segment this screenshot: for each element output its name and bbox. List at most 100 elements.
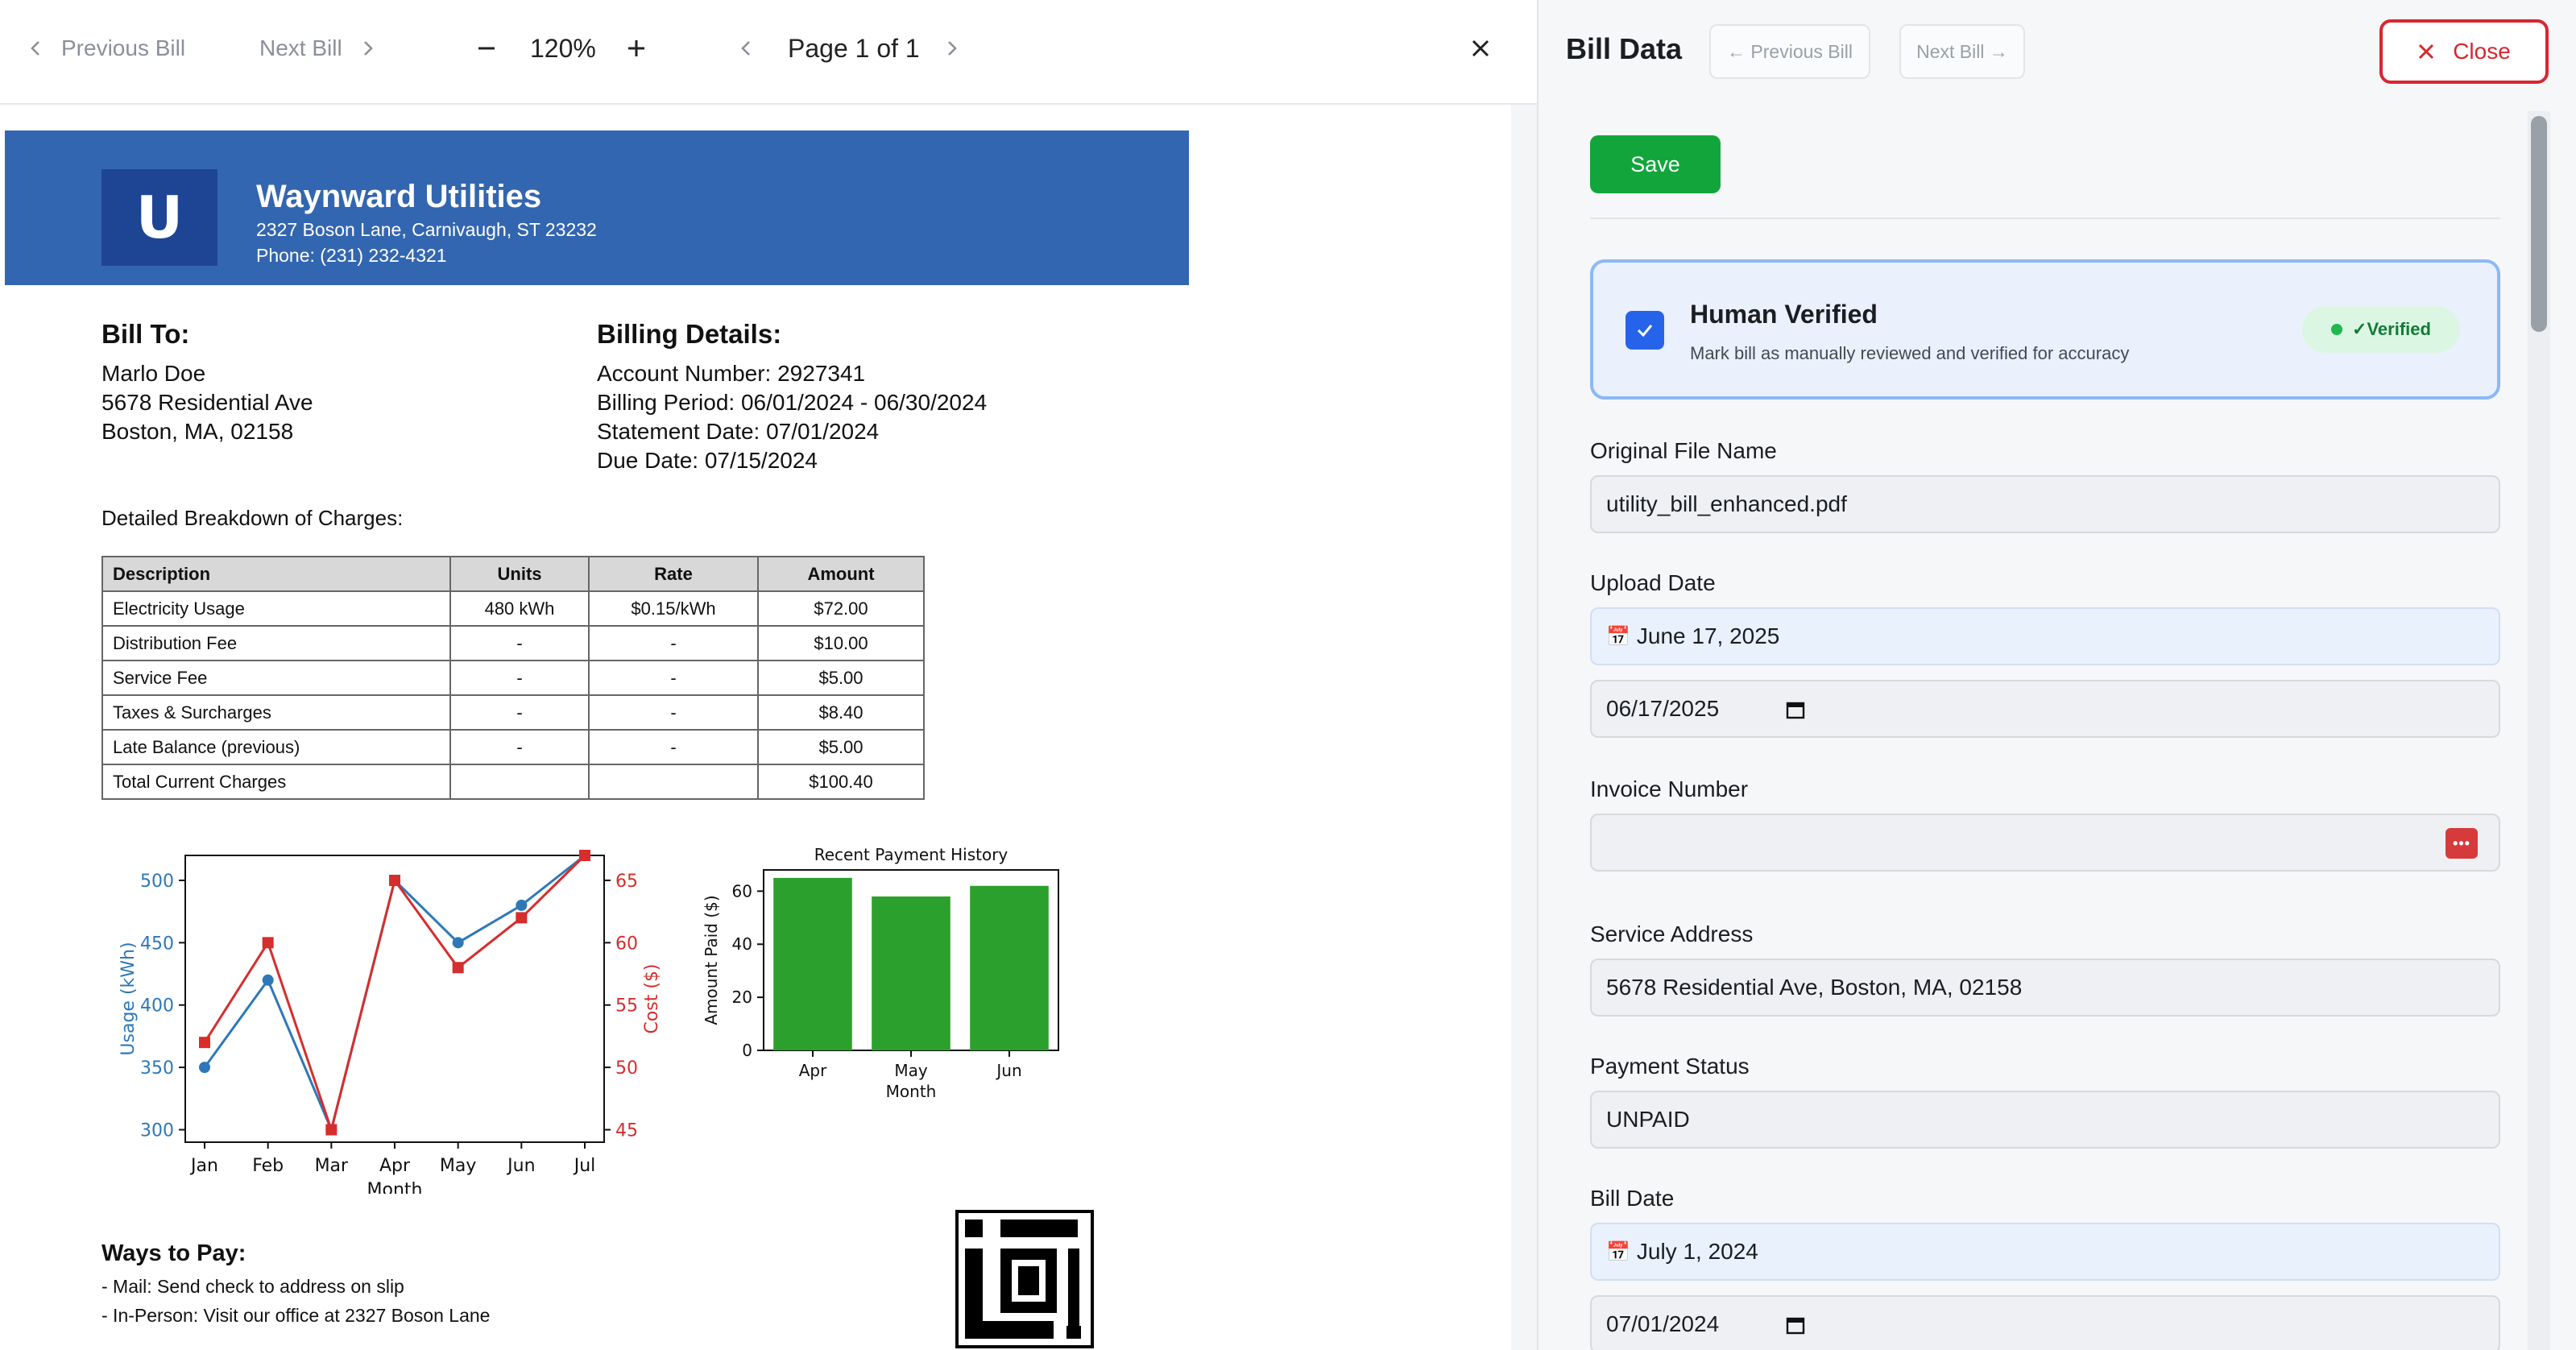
series-line <box>203 854 586 1134</box>
divider <box>1590 217 2500 219</box>
bill-date-display-value: July 1, 2024 <box>1636 1239 1758 1264</box>
bill-to-line: Marlo Doe <box>101 361 206 386</box>
y-tick-label: 500 <box>140 872 174 892</box>
y-right-tick-label: 50 <box>615 1058 638 1079</box>
bill-form: Save Human Verified Mark bill as manuall… <box>1563 111 2529 1350</box>
close-viewer-button[interactable] <box>1469 31 1492 66</box>
x-axis-label: Month <box>886 1082 937 1097</box>
x-tick-label: Jul <box>573 1156 596 1176</box>
x-axis-label: Month <box>367 1180 423 1194</box>
usage-cost-chart: 300 350 400 450 500 45 50 55 60 65 Jan Feb Mar Apr May… <box>118 850 662 1194</box>
data-point <box>452 937 464 949</box>
bar <box>872 896 950 1050</box>
table-cell: - <box>449 625 590 661</box>
chevron-right-icon <box>363 41 373 56</box>
bill-to-heading: Bill To: <box>101 319 190 349</box>
series-line <box>203 854 586 1134</box>
bill-date-label: Bill Date <box>1590 1186 1675 1211</box>
x-tick-label: Jun <box>506 1156 535 1176</box>
scrollbar-thumb[interactable] <box>2531 116 2547 332</box>
payment-status-label: Payment Status <box>1590 1054 1750 1079</box>
upload-date-label: Upload Date <box>1590 570 1716 595</box>
plus-icon <box>628 40 644 56</box>
bill-date-display: 📅 July 1, 2024 <box>1590 1223 2500 1281</box>
zoom-in-button[interactable] <box>625 31 648 66</box>
status-dot-icon <box>2331 324 2343 335</box>
data-point <box>389 874 400 886</box>
breakdown-label: Detailed Breakdown of Charges: <box>101 506 404 530</box>
table-cell: Electricity Usage <box>101 590 451 627</box>
chevron-left-icon <box>741 41 750 56</box>
table-cell: - <box>588 625 759 661</box>
data-point <box>199 1037 210 1049</box>
y-tick-label: 40 <box>732 934 752 954</box>
calendar-picker-icon[interactable] <box>1785 699 1806 720</box>
table-cell: Taxes & Surcharges <box>101 694 451 731</box>
chevron-right-icon <box>948 41 957 56</box>
save-button[interactable]: Save <box>1590 135 1721 193</box>
next-page-button[interactable] <box>944 31 960 66</box>
y-right-tick-label: 65 <box>615 872 638 892</box>
upload-date-display: 📅 June 17, 2025 <box>1590 607 2500 665</box>
payment-status-value: UNPAID <box>1606 1107 1690 1132</box>
previous-bill-link[interactable]: Previous Bill <box>27 31 185 66</box>
y-tick-label: 450 <box>140 934 174 954</box>
table-cell: - <box>449 660 590 696</box>
charges-table: Description Units Rate Amount Electricit… <box>101 556 925 800</box>
close-button[interactable]: Close <box>2379 19 2549 84</box>
table-row: Service Fee - - $5.00 <box>101 660 925 696</box>
x-tick-label: May <box>440 1156 476 1176</box>
table-row: Electricity Usage 480 kWh $0.15/kWh $72.… <box>101 590 925 627</box>
data-point <box>516 899 528 911</box>
y-tick-label: 350 <box>140 1058 174 1079</box>
x-tick-label: Mar <box>315 1156 349 1176</box>
upload-date-input[interactable]: 06/17/2025 <box>1590 680 2500 738</box>
panel-next-bill-button[interactable]: Next Bill → <box>1899 24 2025 79</box>
panel-scrollbar[interactable] <box>2528 111 2550 1350</box>
company-name: Waynward Utilities <box>256 179 542 214</box>
billing-details-heading: Billing Details: <box>597 319 782 349</box>
service-address-field[interactable]: 5678 Residential Ave, Boston, MA, 02158 <box>1590 959 2500 1017</box>
bill-date-input[interactable]: 07/01/2024 <box>1590 1295 2500 1350</box>
chart-title: Recent Payment History <box>814 845 1008 864</box>
y-axis-label: Usage (kWh) <box>118 942 139 1055</box>
human-verified-card[interactable]: Human Verified Mark bill as manually rev… <box>1590 259 2500 400</box>
table-cell: - <box>449 729 590 765</box>
company-banner: U Waynward Utilities 2327 Boson Lane, Ca… <box>5 130 1189 285</box>
table-cell: - <box>588 694 759 731</box>
human-verified-checkbox[interactable] <box>1626 311 1664 350</box>
bar <box>970 885 1049 1050</box>
x-tick-label: Jan <box>189 1156 218 1176</box>
table-cell: $100.40 <box>757 764 925 800</box>
payment-history-chart: Recent Payment History 0 20 40 60 Apr May Jun Mo… <box>702 845 1059 1097</box>
table-row: Total Current Charges $100.40 <box>101 764 925 800</box>
ways-to-pay-heading: Ways to Pay: <box>101 1240 246 1266</box>
panel-previous-bill-button[interactable]: ← Previous Bill <box>1709 24 1870 79</box>
data-point <box>199 1062 210 1074</box>
x-tick-label: Jun <box>995 1061 1021 1080</box>
table-cell <box>449 764 590 800</box>
data-point <box>579 850 590 861</box>
invoice-number-field[interactable]: ••• <box>1590 814 2500 872</box>
close-icon <box>1472 39 1489 57</box>
document-viewer: Previous Bill Next Bill 120% Page 1 of 1 <box>0 0 1537 1350</box>
data-point <box>262 937 274 949</box>
table-cell: $10.00 <box>757 625 925 661</box>
calendar-picker-icon[interactable] <box>1785 1315 1806 1336</box>
payment-status-field[interactable]: UNPAID <box>1590 1091 2500 1149</box>
data-point <box>262 974 274 986</box>
company-phone: Phone: (231) 232-4321 <box>256 245 447 266</box>
original-file-name-field[interactable]: utility_bill_enhanced.pdf <box>1590 475 2500 533</box>
bill-to-line: Boston, MA, 02158 <box>101 419 294 444</box>
y-axis-label: Amount Paid ($) <box>702 895 721 1025</box>
page-indicator: Page 1 of 1 <box>788 33 920 63</box>
next-bill-link[interactable]: Next Bill <box>259 31 376 66</box>
zoom-out-button[interactable] <box>475 31 498 66</box>
table-cell: Total Current Charges <box>101 764 451 800</box>
column-header: Amount <box>757 556 925 592</box>
table-cell: - <box>588 729 759 765</box>
previous-page-button[interactable] <box>738 31 754 66</box>
table-cell: 480 kWh <box>449 590 590 627</box>
minus-icon <box>478 47 495 50</box>
password-manager-icon[interactable]: ••• <box>2446 828 2478 859</box>
